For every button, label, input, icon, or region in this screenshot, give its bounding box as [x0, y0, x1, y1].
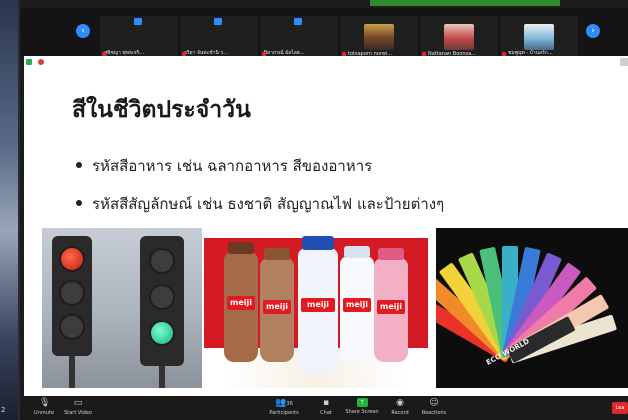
- bullet-text: รหัสสีสัญลักษณ์ เช่น ธงชาติ สัญญาณไฟ และ…: [92, 195, 445, 213]
- chevron-right-icon[interactable]: ›: [586, 24, 600, 38]
- video-icon: [134, 18, 142, 25]
- chat-icon: ▪: [322, 398, 330, 408]
- slide-bullet: รหัสสีอาหาร เช่น ฉลากอาหาร สีของอาหาร: [76, 154, 372, 178]
- milk-bottle: meiji: [224, 252, 258, 362]
- amber-light-off-icon: [149, 284, 175, 310]
- traffic-light-pole: [69, 356, 75, 388]
- participant-video: [524, 24, 554, 50]
- color-fan-deck-photo: ECO WORLD: [436, 228, 628, 388]
- bottle-cap: [344, 246, 370, 258]
- meiji-logo: meiji: [227, 296, 255, 310]
- green-light-off-icon: [59, 314, 85, 340]
- meiji-logo: meiji: [343, 298, 371, 313]
- milk-bottle: meiji: [260, 258, 294, 362]
- screen: 2 ‹ สุพิชญา พุทธเจริ... จริยา จันทะชำนิ …: [0, 0, 628, 420]
- desktop-background: 2: [0, 0, 18, 420]
- chevron-left-icon[interactable]: ‹: [76, 24, 90, 38]
- participant-tile[interactable]: ปิยาภรณ์ อัลไลฮ...: [260, 16, 338, 60]
- slide-title: สีในชีวิตประจำวัน: [72, 97, 251, 123]
- bottle-cap: [302, 236, 334, 250]
- traffic-light-pole: [159, 366, 165, 388]
- video-icon: [214, 18, 222, 25]
- participant-tile[interactable]: ชมพูนุท - บ้านอรัก...: [500, 16, 578, 60]
- slide-record-icon: [38, 59, 44, 65]
- desktop-corner-label: 2: [1, 406, 6, 414]
- bottle-cap: [228, 242, 254, 254]
- slide-status-icon: [26, 59, 32, 65]
- amber-light-icon: [59, 280, 85, 306]
- red-light-off-icon: [149, 248, 175, 274]
- video-off-icon: ▭: [73, 398, 83, 408]
- reactions-button[interactable]: ☺ Reactions: [412, 398, 456, 416]
- participant-strip: ‹ สุพิชญา พุทธเจริ... จริยา จันทะชำนิ ร.…: [20, 8, 628, 60]
- participant-tile[interactable]: Nattanan Boonsa...: [420, 16, 498, 60]
- meiji-logo: meiji: [301, 298, 335, 313]
- participants-button[interactable]: 👥36 Participants: [262, 398, 306, 416]
- bullet-dot-icon: [76, 199, 82, 206]
- bottle-cap: [378, 248, 404, 260]
- bottle-cap: [264, 248, 290, 260]
- start-video-button[interactable]: ▭ Start Video: [56, 398, 100, 416]
- slide-corner-icon: [620, 58, 628, 66]
- meeting-toolbar: 🎙 Unmute ▭ Start Video 👥36 Participants …: [20, 396, 628, 420]
- traffic-lights-photo: [42, 228, 202, 388]
- bullet-text: รหัสสีอาหาร เช่น ฉลากอาหาร สีของอาหาร: [92, 157, 373, 175]
- sharing-indicator-bar: [370, 0, 560, 6]
- bullet-dot-icon: [76, 161, 82, 168]
- milk-bottle: meiji: [298, 248, 338, 374]
- red-light-icon: [59, 246, 85, 272]
- milk-bottles-photo: meiji meiji meiji meiji meiji: [204, 228, 428, 388]
- reactions-icon: ☺: [429, 398, 439, 408]
- participants-icon: 👥36: [275, 398, 293, 408]
- participant-tile[interactable]: จริยา จันทะชำนิ ร...: [180, 16, 258, 60]
- participant-tile[interactable]: totsaporn norwi...: [340, 16, 418, 60]
- participants-count: 36: [286, 401, 293, 407]
- leave-meeting-button[interactable]: Lea: [612, 402, 628, 414]
- participant-video: [444, 24, 474, 50]
- milk-bottle: meiji: [374, 258, 408, 362]
- meiji-logo: meiji: [263, 299, 291, 314]
- shared-slide: สีในชีวิตประจำวัน รหัสสีอาหาร เช่น ฉลากอ…: [24, 56, 628, 396]
- mic-muted-icon: 🎙: [39, 398, 51, 408]
- share-screen-icon: ↑: [356, 398, 368, 407]
- participant-tile[interactable]: สุพิชญา พุทธเจริ...: [100, 16, 178, 60]
- participant-video: [364, 24, 394, 50]
- meiji-logo: meiji: [377, 299, 405, 314]
- milk-bottle: meiji: [340, 256, 374, 362]
- green-light-icon: [149, 320, 175, 346]
- video-icon: [294, 18, 302, 25]
- slide-bullet: รหัสสีสัญลักษณ์ เช่น ธงชาติ สัญญาณไฟ และ…: [76, 192, 444, 216]
- record-icon: ◉: [396, 398, 404, 408]
- zoom-window: ‹ สุพิชญา พุทธเจริ... จริยา จันทะชำนิ ร.…: [18, 0, 628, 420]
